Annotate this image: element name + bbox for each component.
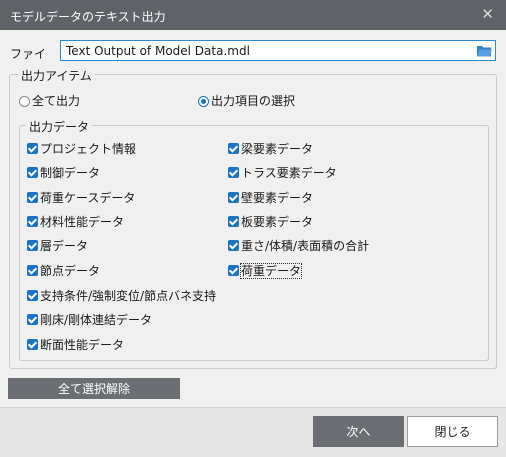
- checkbox-weight-volume-area-total[interactable]: 重さ/体積/表面積の合計: [228, 237, 369, 253]
- output-items-legend: 出力アイテム: [18, 67, 95, 84]
- checkbox-project-info[interactable]: プロジェクト情報: [27, 140, 136, 156]
- checkbox-checked[interactable]: [27, 143, 38, 154]
- checkbox-checked[interactable]: [27, 314, 38, 325]
- output-data-legend: 出力データ: [26, 118, 93, 135]
- checkbox-plate-element-data[interactable]: 板要素データ: [228, 213, 313, 229]
- next-button[interactable]: 次へ: [313, 416, 404, 447]
- window-title: モデルデータのテキスト出力: [10, 10, 166, 24]
- checkbox-checked[interactable]: [27, 240, 38, 251]
- close-icon[interactable]: ✕: [481, 5, 494, 23]
- title-bar: モデルデータのテキスト出力 ✕: [0, 0, 506, 30]
- radio-output-all[interactable]: 全て出力: [19, 92, 80, 109]
- close-button[interactable]: 閉じる: [407, 416, 498, 447]
- folder-open-icon[interactable]: [476, 43, 492, 58]
- checkbox-load-data[interactable]: 荷重データ: [228, 262, 303, 279]
- checkbox-checked[interactable]: [27, 192, 38, 203]
- checkbox-truss-element-data[interactable]: トラス要素データ: [228, 164, 337, 180]
- file-label: ファイ: [10, 47, 47, 61]
- radio-label: 全て出力: [32, 94, 81, 108]
- checkbox-story-data[interactable]: 層データ: [27, 237, 88, 253]
- checkbox-wall-element-data[interactable]: 壁要素データ: [228, 189, 313, 205]
- checkbox-checked[interactable]: [27, 265, 38, 276]
- checkbox-section-data[interactable]: 断面性能データ: [27, 336, 124, 352]
- checkbox-load-case-data[interactable]: 荷重ケースデータ: [27, 189, 135, 205]
- checkbox-checked[interactable]: [228, 265, 239, 276]
- checkbox-checked[interactable]: [228, 216, 239, 227]
- checkbox-rigid-diaphragm-data[interactable]: 剛床/剛体連結データ: [27, 311, 152, 327]
- checkbox-checked[interactable]: [27, 167, 38, 178]
- radio-label: 出力項目の選択: [211, 94, 296, 108]
- checkbox-checked[interactable]: [27, 290, 38, 301]
- checkbox-checked[interactable]: [228, 192, 239, 203]
- radio-button[interactable]: [198, 96, 209, 107]
- checkbox-material-data[interactable]: 材料性能データ: [27, 213, 124, 229]
- checkbox-checked[interactable]: [27, 339, 38, 350]
- radio-select-items[interactable]: 出力項目の選択: [198, 92, 295, 109]
- checkbox-checked[interactable]: [228, 167, 239, 178]
- file-path-value[interactable]: Text Output of Model Data.mdl: [66, 44, 250, 58]
- checkbox-control-data[interactable]: 制御データ: [27, 164, 100, 180]
- file-path-field[interactable]: Text Output of Model Data.mdl: [60, 40, 496, 61]
- checkbox-checked[interactable]: [228, 240, 239, 251]
- checkbox-beam-element-data[interactable]: 梁要素データ: [228, 140, 313, 156]
- checkbox-checked[interactable]: [228, 143, 239, 154]
- checkbox-node-data[interactable]: 節点データ: [27, 262, 100, 278]
- clear-all-button[interactable]: 全て選択解除: [8, 378, 180, 399]
- checkbox-checked[interactable]: [27, 216, 38, 227]
- radio-button[interactable]: [19, 96, 30, 107]
- checkbox-support-data[interactable]: 支持条件/強制変位/節点バネ支持: [27, 287, 216, 303]
